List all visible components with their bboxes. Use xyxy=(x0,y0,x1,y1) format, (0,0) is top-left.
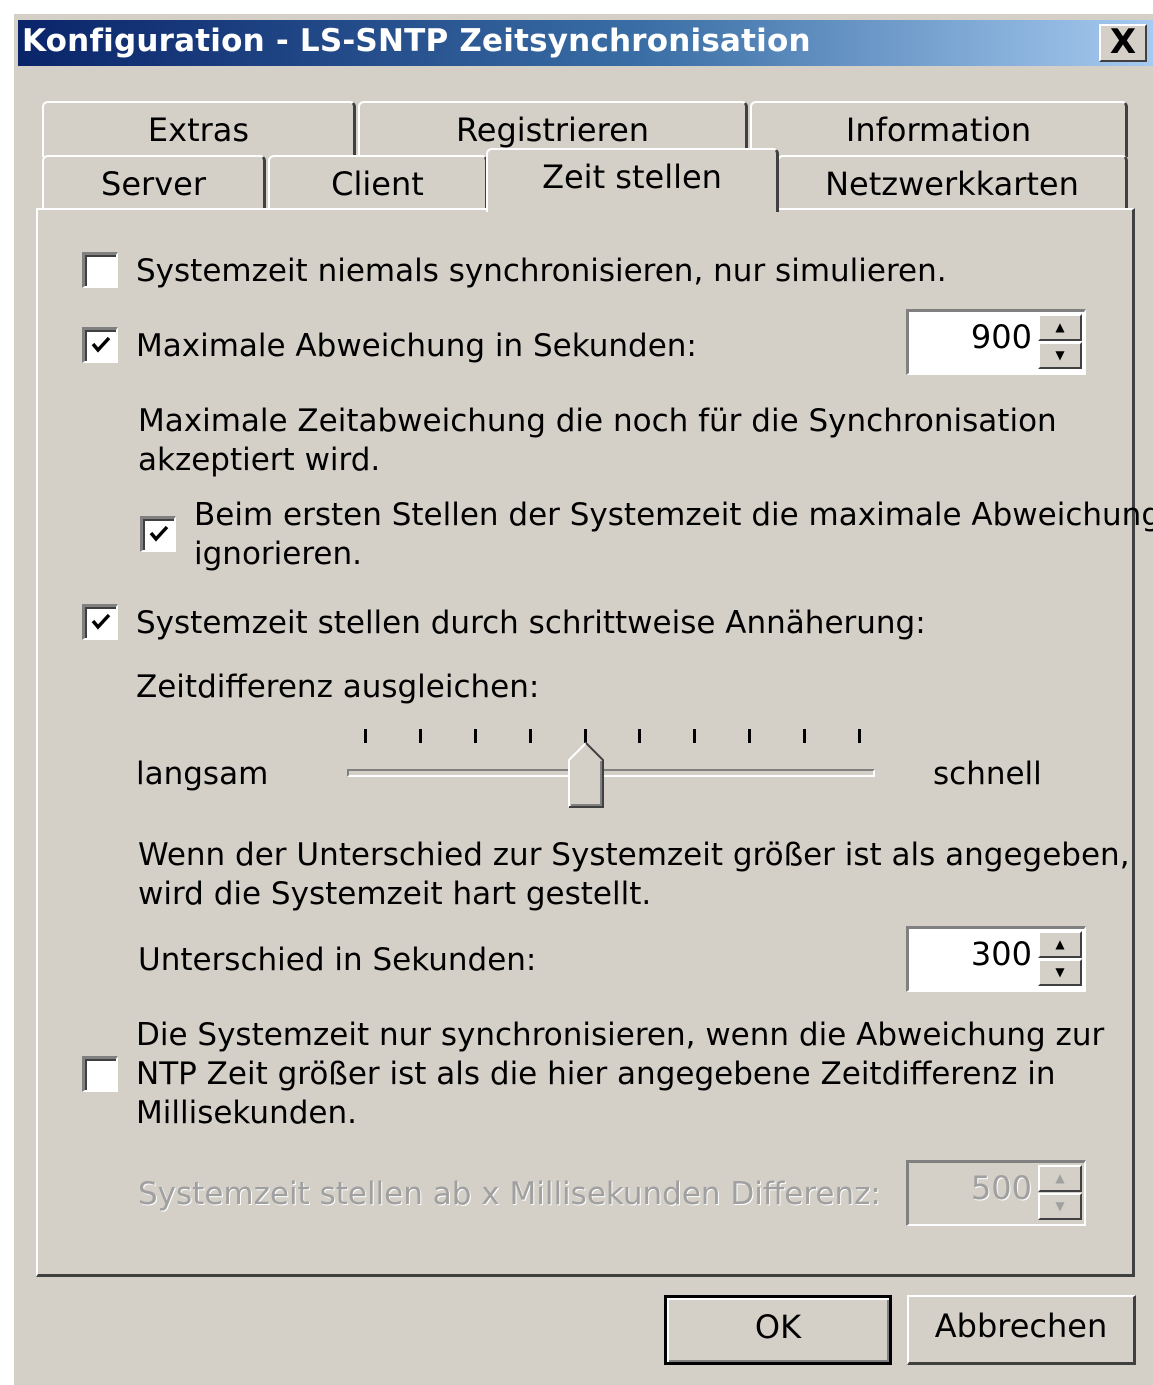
slider-max-label: schnell xyxy=(933,756,1042,792)
simulate-label: Systemzeit niemals synchronisieren, nur … xyxy=(136,253,947,289)
spinner-down-button[interactable]: ▼ xyxy=(1038,342,1082,369)
spinner-up-button[interactable]: ▲ xyxy=(1038,931,1082,958)
checkmark-icon xyxy=(91,336,111,353)
cancel-button[interactable]: Abbrechen xyxy=(907,1295,1136,1365)
difference-value: 300 xyxy=(970,935,1032,973)
difference-label: Unterschied in Sekunden: xyxy=(138,942,537,978)
spinner-up-button[interactable]: ▲ xyxy=(1038,314,1082,341)
max-deviation-description-line1: Maximale Zeitabweichung die noch für die… xyxy=(138,403,1057,439)
ignore-first-checkbox[interactable] xyxy=(140,516,176,552)
tab-label: Information xyxy=(845,111,1032,149)
window-title: Konfiguration - LS-SNTP Zeitsynchronisat… xyxy=(22,23,811,59)
speed-slider-thumb[interactable] xyxy=(568,742,604,808)
slider-tick xyxy=(584,729,587,743)
tab-client[interactable]: Client xyxy=(268,155,488,210)
compensate-label: Zeitdifferenz ausgleichen: xyxy=(136,669,540,705)
spinner-up-button[interactable]: ▲ xyxy=(1038,1165,1082,1192)
slider-tick xyxy=(364,729,367,743)
max-deviation-spinner[interactable]: 900 ▲ ▼ xyxy=(906,309,1086,375)
ms-difference-spinner[interactable]: 500 ▲ ▼ xyxy=(906,1160,1086,1226)
slider-tick xyxy=(529,729,532,743)
tab-label: Registrieren xyxy=(455,111,650,149)
slider-tick xyxy=(803,729,806,743)
slider-min-label: langsam xyxy=(136,756,269,792)
title-bar: Konfiguration - LS-SNTP Zeitsynchronisat… xyxy=(18,20,1153,66)
tab-extras[interactable]: Extras xyxy=(42,101,356,157)
tab-label: Zeit stellen xyxy=(542,158,722,196)
max-deviation-checkbox[interactable] xyxy=(82,327,118,363)
tab-label: Extras xyxy=(147,111,250,149)
sync-threshold-checkbox[interactable] xyxy=(82,1056,118,1092)
spinner-down-button[interactable]: ▼ xyxy=(1038,1193,1082,1220)
slider-tick xyxy=(748,729,751,743)
max-deviation-label: Maximale Abweichung in Sekunden: xyxy=(136,328,697,364)
ignore-first-label-line2: ignorieren. xyxy=(194,536,362,572)
hard-set-description-line2: wird die Systemzeit hart gestellt. xyxy=(138,876,652,912)
max-deviation-description-line2: akzeptiert wird. xyxy=(138,442,381,478)
tab-label: Client xyxy=(331,165,424,203)
gradual-label: Systemzeit stellen durch schrittweise An… xyxy=(136,605,926,641)
slider-tick xyxy=(419,729,422,743)
sync-threshold-label-line3: Millisekunden. xyxy=(136,1095,357,1131)
tab-information[interactable]: Information xyxy=(750,101,1128,157)
slider-tick xyxy=(693,729,696,743)
tab-netzwerkkarten[interactable]: Netzwerkkarten xyxy=(777,155,1128,210)
slider-tick xyxy=(638,729,641,743)
tab-zeit-stellen[interactable]: Zeit stellen xyxy=(486,148,779,212)
sync-threshold-label-line1: Die Systemzeit nur synchronisieren, wenn… xyxy=(136,1017,1105,1053)
ok-button[interactable]: OK xyxy=(664,1295,892,1365)
sync-threshold-label-line2: NTP Zeit größer ist als die hier angegeb… xyxy=(136,1056,1056,1092)
spinner-down-button[interactable]: ▼ xyxy=(1038,959,1082,986)
checkmark-icon xyxy=(149,525,169,542)
speed-slider-track[interactable] xyxy=(347,769,875,777)
difference-spinner[interactable]: 300 ▲ ▼ xyxy=(906,926,1086,992)
gradual-checkbox[interactable] xyxy=(82,604,118,640)
slider-tick xyxy=(858,729,861,743)
ms-difference-label: Systemzeit stellen ab x Millisekunden Di… xyxy=(138,1176,881,1212)
ms-difference-value: 500 xyxy=(970,1169,1032,1207)
checkmark-icon xyxy=(91,613,111,630)
tab-label: Server xyxy=(101,165,206,203)
max-deviation-value: 900 xyxy=(970,318,1032,356)
simulate-checkbox[interactable] xyxy=(82,252,118,288)
slider-tick xyxy=(474,729,477,743)
ignore-first-label-line1: Beim ersten Stellen der Systemzeit die m… xyxy=(194,497,1153,533)
tab-label: Netzwerkkarten xyxy=(825,165,1079,203)
tab-server[interactable]: Server xyxy=(42,155,266,210)
close-button[interactable]: X xyxy=(1099,24,1147,62)
hard-set-description-line1: Wenn der Unterschied zur Systemzeit größ… xyxy=(138,837,1130,873)
